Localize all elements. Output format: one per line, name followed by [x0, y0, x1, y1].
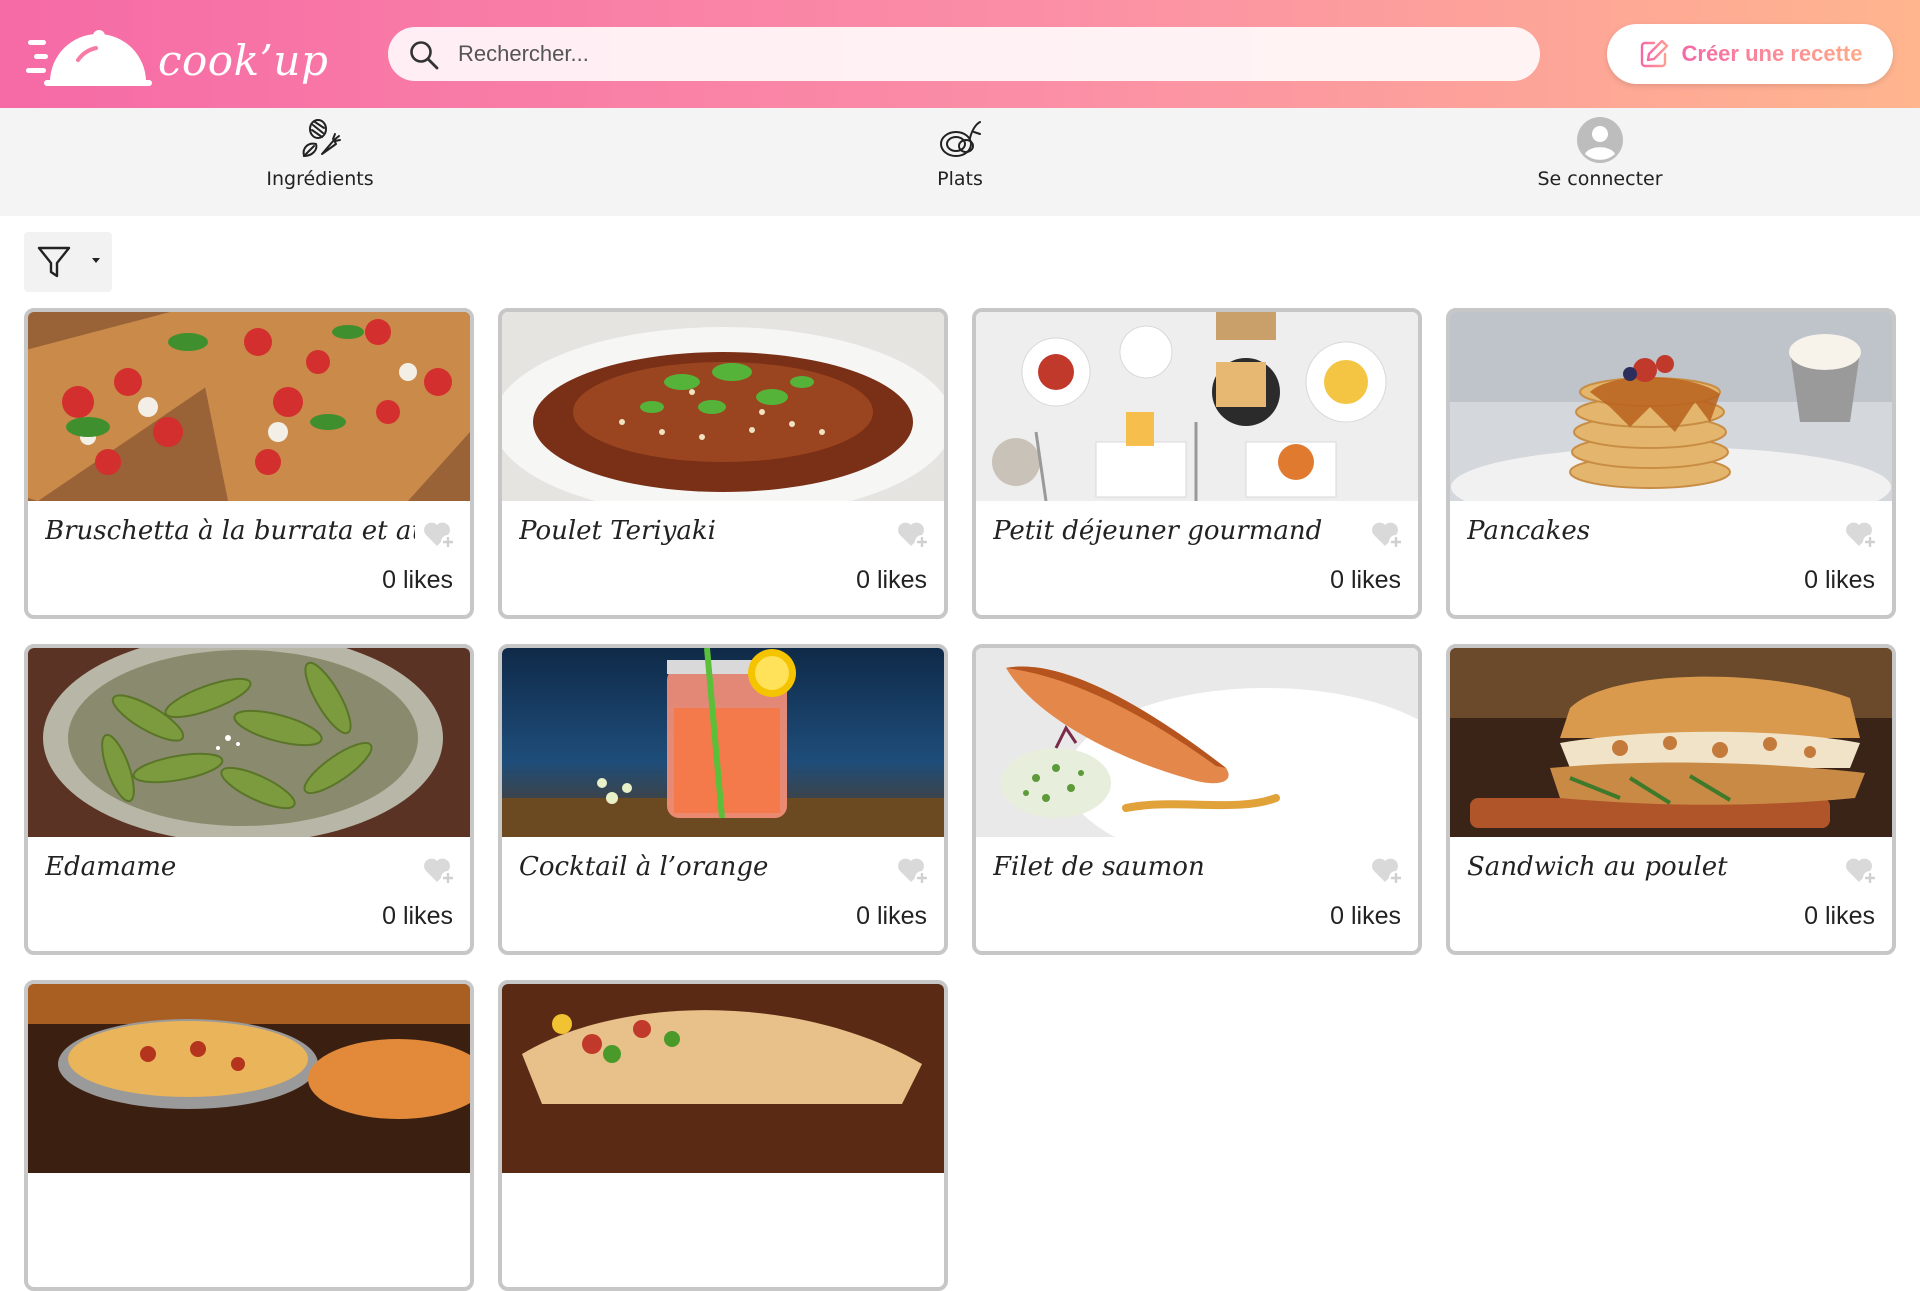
nav-item-ingredients[interactable]: Ingrédients: [220, 116, 420, 208]
like-heart-icon[interactable]: [1370, 854, 1404, 886]
search-icon[interactable]: [408, 39, 440, 71]
like-count: 0 likes: [856, 902, 927, 930]
recipe-title: Pancakes: [1467, 516, 1591, 546]
sandwich-photo: [1450, 648, 1892, 837]
like-heart-icon[interactable]: [1844, 518, 1878, 550]
nav-label-plats: Plats: [937, 168, 983, 190]
like-heart-icon[interactable]: [1844, 854, 1878, 886]
recipe-card[interactable]: Petit déjeuner gourmand 0 likes: [972, 308, 1422, 619]
recipe-title: Poulet Teriyaki: [519, 516, 716, 546]
nav-label-login: Se connecter: [1537, 168, 1663, 190]
wrap-photo: [502, 984, 944, 1173]
recipe-card[interactable]: [24, 980, 474, 1291]
like-heart-icon[interactable]: [896, 518, 930, 550]
top-header: cook’up Créer une recette: [0, 0, 1920, 108]
search-bar: [388, 27, 1540, 81]
nav-item-login[interactable]: Se connecter: [1500, 116, 1700, 208]
nav-item-plats[interactable]: Plats: [860, 116, 1060, 208]
like-count: 0 likes: [856, 566, 927, 594]
recipe-card[interactable]: [498, 980, 948, 1291]
cloche-icon: [26, 30, 152, 86]
ingredients-icon: [302, 119, 341, 157]
recipe-card[interactable]: Filet de saumon 0 likes: [972, 644, 1422, 955]
like-count: 0 likes: [382, 902, 453, 930]
like-heart-icon[interactable]: [896, 854, 930, 886]
pancakes-photo: [1450, 312, 1892, 501]
pizza-photo: [28, 984, 470, 1173]
search-input[interactable]: [458, 35, 1518, 73]
like-count: 0 likes: [1804, 566, 1875, 594]
recipe-title: Bruschetta à la burrata et aux: [45, 516, 415, 546]
funnel-icon: [37, 246, 71, 278]
caret-down-icon: [92, 258, 100, 263]
breakfast-photo: [976, 312, 1418, 501]
salmon-photo: [976, 648, 1418, 837]
teriyaki-photo: [502, 312, 944, 501]
like-heart-icon[interactable]: [1370, 518, 1404, 550]
recipe-title: Petit déjeuner gourmand: [993, 516, 1323, 546]
recipe-title: Cocktail à l’orange: [519, 852, 769, 882]
recipe-title: Filet de saumon: [993, 852, 1205, 882]
bruschetta-photo: [28, 312, 470, 501]
like-count: 0 likes: [382, 566, 453, 594]
like-count: 0 likes: [1804, 902, 1875, 930]
logo-text: cook’up: [158, 36, 329, 85]
like-heart-icon[interactable]: [422, 854, 456, 886]
recipe-title: Sandwich au poulet: [1467, 852, 1728, 882]
cocktail-photo: [502, 648, 944, 837]
recipe-card[interactable]: Edamame 0 likes: [24, 644, 474, 955]
recipe-card[interactable]: Bruschetta à la burrata et aux 0 likes: [24, 308, 474, 619]
filter-dropdown-button[interactable]: [24, 232, 112, 292]
edamame-photo: [28, 648, 470, 837]
recipe-card[interactable]: Pancakes 0 likes: [1446, 308, 1896, 619]
cookup-logo[interactable]: cook’up: [26, 20, 329, 90]
nav-label-ingredients: Ingrédients: [266, 168, 374, 190]
like-heart-icon[interactable]: [422, 518, 456, 550]
recipe-title: Edamame: [45, 852, 177, 882]
like-count: 0 likes: [1330, 566, 1401, 594]
recipe-card[interactable]: Poulet Teriyaki 0 likes: [498, 308, 948, 619]
create-recipe-button[interactable]: Créer une recette: [1607, 24, 1893, 84]
recipe-card[interactable]: Cocktail à l’orange 0 likes: [498, 644, 948, 955]
dish-icon: [940, 121, 981, 157]
like-count: 0 likes: [1330, 902, 1401, 930]
recipe-card[interactable]: Sandwich au poulet 0 likes: [1446, 644, 1896, 955]
edit-icon: [1640, 39, 1668, 68]
create-recipe-label: Créer une recette: [1681, 41, 1863, 66]
main-nav: Ingrédients Plats Se connecter: [0, 108, 1920, 216]
user-avatar-icon: [1577, 117, 1623, 163]
